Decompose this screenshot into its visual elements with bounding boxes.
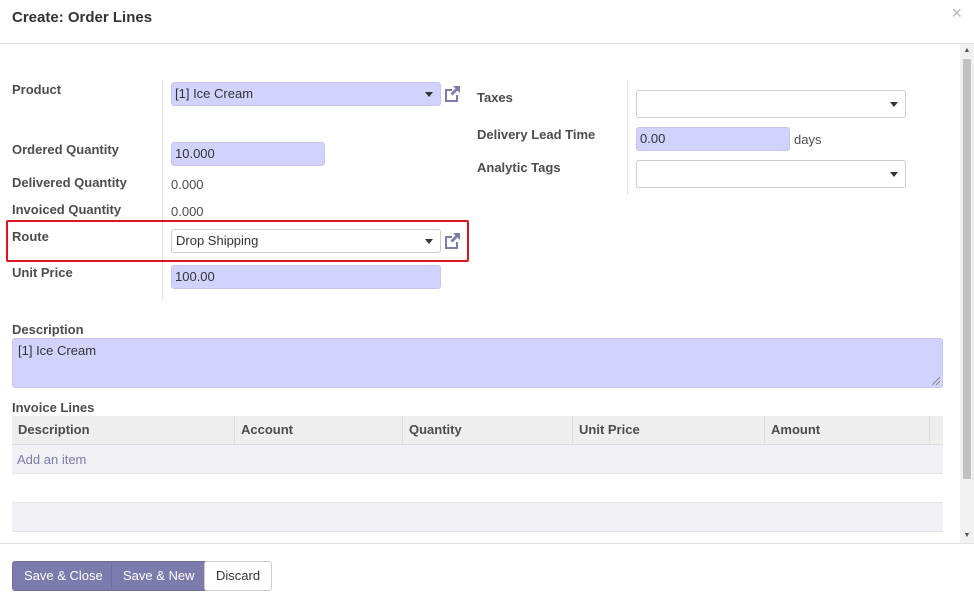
- taxes-label: Taxes: [477, 90, 513, 105]
- scrollbar-thumb[interactable]: [963, 59, 971, 479]
- product-value: [1] Ice Cream: [175, 86, 254, 101]
- dialog-title: Create: Order Lines: [12, 9, 153, 26]
- column-header-unit-price[interactable]: Unit Price: [573, 416, 765, 445]
- column-header-quantity[interactable]: Quantity: [403, 416, 573, 445]
- unit-price-input[interactable]: 100.00: [171, 265, 441, 289]
- delivered-quantity-label: Delivered Quantity: [12, 175, 127, 190]
- caret-down-icon: [890, 102, 898, 107]
- external-link-icon[interactable]: [442, 84, 462, 104]
- description-textarea[interactable]: [1] Ice Cream: [12, 338, 943, 388]
- ordered-quantity-label: Ordered Quantity: [12, 142, 119, 157]
- add-an-item-link[interactable]: Add an item: [17, 452, 86, 467]
- analytic-tags-label: Analytic Tags: [477, 160, 561, 175]
- column-divider-left: [162, 80, 163, 300]
- column-header-account[interactable]: Account: [235, 416, 403, 445]
- discard-button[interactable]: Discard: [204, 561, 273, 591]
- route-highlight-box: [6, 220, 469, 262]
- delivery-lead-time-input[interactable]: 0.00: [636, 127, 790, 151]
- description-label: Description: [12, 322, 84, 337]
- analytic-tags-select[interactable]: [636, 160, 906, 188]
- scroll-down-icon[interactable]: ▼: [960, 529, 974, 543]
- dialog-header: Create: Order Lines ×: [0, 0, 974, 44]
- unit-price-value: 100.00: [175, 269, 215, 284]
- invoiced-quantity-value: 0.000: [171, 204, 204, 219]
- unit-price-label: Unit Price: [12, 265, 73, 280]
- column-divider-right: [627, 80, 628, 195]
- delivered-quantity-value: 0.000: [171, 177, 204, 192]
- ordered-quantity-value: 10.000: [175, 146, 215, 161]
- delivery-lead-time-value: 0.00: [640, 131, 666, 146]
- table-header: Description Account Quantity Unit Price …: [12, 416, 943, 445]
- resize-grip-icon[interactable]: [932, 377, 940, 385]
- dialog-body: Product [1] Ice Cream Ordered Quantity 1…: [0, 44, 960, 542]
- column-header-amount[interactable]: Amount: [765, 416, 930, 445]
- save-close-button[interactable]: Save & Close: [12, 561, 115, 591]
- invoice-lines-label: Invoice Lines: [12, 400, 95, 415]
- delivery-lead-time-label: Delivery Lead Time: [477, 127, 596, 142]
- create-order-line-dialog: Create: Order Lines × Product [1] Ice Cr…: [0, 0, 974, 603]
- invoice-lines-table: Description Account Quantity Unit Price …: [12, 416, 943, 532]
- taxes-select[interactable]: [636, 90, 906, 118]
- caret-down-icon: [890, 172, 898, 177]
- caret-down-icon: [425, 92, 433, 97]
- table-row: [12, 503, 943, 532]
- table-row-add: Add an item: [12, 445, 943, 474]
- product-label: Product: [12, 82, 62, 97]
- product-select[interactable]: [1] Ice Cream: [171, 82, 441, 106]
- invoiced-quantity-label: Invoiced Quantity: [12, 202, 122, 217]
- scroll-up-icon[interactable]: ▲: [960, 44, 974, 58]
- column-header-description[interactable]: Description: [12, 416, 235, 445]
- dialog-footer: Save & Close Save & New Discard: [0, 543, 974, 603]
- ordered-quantity-input[interactable]: 10.000: [171, 142, 325, 166]
- table-row: [12, 474, 943, 503]
- save-new-button[interactable]: Save & New: [111, 561, 207, 591]
- description-value: [1] Ice Cream: [18, 343, 97, 358]
- vertical-scrollbar[interactable]: ▲ ▼: [960, 44, 974, 543]
- close-icon[interactable]: ×: [951, 4, 962, 22]
- delivery-lead-time-unit: days: [794, 132, 822, 147]
